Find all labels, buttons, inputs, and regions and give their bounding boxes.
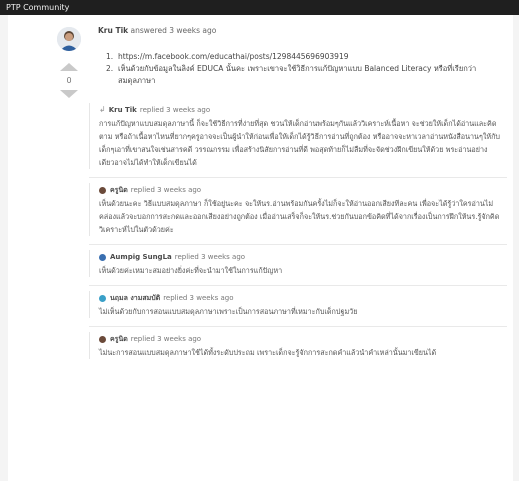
page: Kru Tik answered 3 weeks ago 0 1. https:… <box>0 15 519 481</box>
reply-time: replied 3 weeks ago <box>130 186 202 194</box>
list-number: 2. <box>106 64 114 73</box>
person-photo-icon <box>57 27 81 51</box>
community-title: PTP Community <box>6 3 70 12</box>
user-avatar-icon[interactable] <box>99 335 106 343</box>
left-gutter <box>0 15 8 481</box>
reply-author[interactable]: นฤมล งามสมบัติ <box>110 291 160 305</box>
divider <box>89 326 507 327</box>
reply-time: replied 3 weeks ago <box>130 335 202 343</box>
reply-body: เห็นด้วยค่ะเหมาะสมอย่างยิ่งค่ะที่จะนำมาใ… <box>99 266 283 275</box>
reply-time: replied 3 weeks ago <box>139 106 211 114</box>
reply-header: นฤมล งามสมบัติ replied 3 weeks ago <box>99 291 507 305</box>
list-item: 2. เห็นด้วยกับข้อมูลในลิงค์ EDUCA นั้นคะ… <box>106 63 496 87</box>
reply-header: ครูนิด replied 3 weeks ago <box>99 183 507 197</box>
reply-header: ↲ Kru Tik replied 3 weeks ago <box>99 103 507 117</box>
list-number: 1. <box>106 52 114 61</box>
reply-header: ครูนิด replied 3 weeks ago <box>99 332 507 346</box>
list-item: 1. https://m.facebook.com/educathai/post… <box>106 51 496 63</box>
reply-icon: ↲ <box>99 105 106 114</box>
top-bar: PTP Community <box>0 0 519 15</box>
reply-author[interactable]: ครูนิด <box>110 183 128 197</box>
reply-body: ไม่เห็นด้วยกับการสอนแบบสมดุลภาษาเพราะเป็… <box>99 307 358 316</box>
user-avatar-icon[interactable] <box>99 186 106 194</box>
reply-author[interactable]: Aumpig SungLa <box>110 250 172 264</box>
answer-time: answered 3 weeks ago <box>130 26 217 35</box>
divider <box>89 285 507 286</box>
upvote-icon[interactable] <box>60 63 78 71</box>
answer-body: 1. https://m.facebook.com/educathai/post… <box>106 51 496 87</box>
answer-text: เห็นด้วยกับข้อมูลในลิงค์ EDUCA นั้นคะ เพ… <box>118 64 477 85</box>
reply-body: ไม่นะการสอนแบบสมดุลภาษาใช้ได้ทั้งระดับปร… <box>99 348 437 357</box>
vote-count: 0 <box>66 76 72 85</box>
divider <box>89 244 507 245</box>
reply-time: replied 3 weeks ago <box>163 294 234 302</box>
right-gutter <box>513 15 519 481</box>
user-avatar-icon[interactable] <box>99 253 106 261</box>
answer-author-avatar[interactable] <box>57 27 81 51</box>
divider <box>89 177 507 178</box>
reply-item: ↲ Kru Tik replied 3 weeks ago การแก้ปัญห… <box>89 103 507 169</box>
reply-item: ครูนิด replied 3 weeks ago ไม่นะการสอนแบ… <box>89 332 507 359</box>
reply-header: Aumpig SungLa replied 3 weeks ago <box>99 250 507 264</box>
reply-body: การแก้ปัญหาแบบสมดุลภาษานี้ ก็จะใช้วิธีกา… <box>99 119 500 167</box>
reply-item: Aumpig SungLa replied 3 weeks ago เห็นด้… <box>89 250 507 277</box>
reply-time: replied 3 weeks ago <box>174 253 246 261</box>
reply-list: ↲ Kru Tik replied 3 weeks ago การแก้ปัญห… <box>89 103 507 359</box>
reply-item: ครูนิด replied 3 weeks ago เห็นด้วยนะคะ … <box>89 183 507 236</box>
vote-widget: 0 <box>58 63 80 98</box>
reply-body: เห็นด้วยนะคะ วิธีแบบสมดุลภาษา ก็ใช้อยู่น… <box>99 199 500 234</box>
reply-author[interactable]: ครูนิด <box>110 332 128 346</box>
downvote-icon[interactable] <box>60 90 78 98</box>
answer-author[interactable]: Kru Tik <box>98 26 128 35</box>
reply-author[interactable]: Kru Tik <box>109 103 137 117</box>
user-avatar-icon[interactable] <box>99 294 106 302</box>
answer-meta: Kru Tik answered 3 weeks ago <box>98 26 216 35</box>
answer-link[interactable]: https://m.facebook.com/educathai/posts/1… <box>118 51 496 63</box>
reply-item: นฤมล งามสมบัติ replied 3 weeks ago ไม่เห… <box>89 291 507 318</box>
